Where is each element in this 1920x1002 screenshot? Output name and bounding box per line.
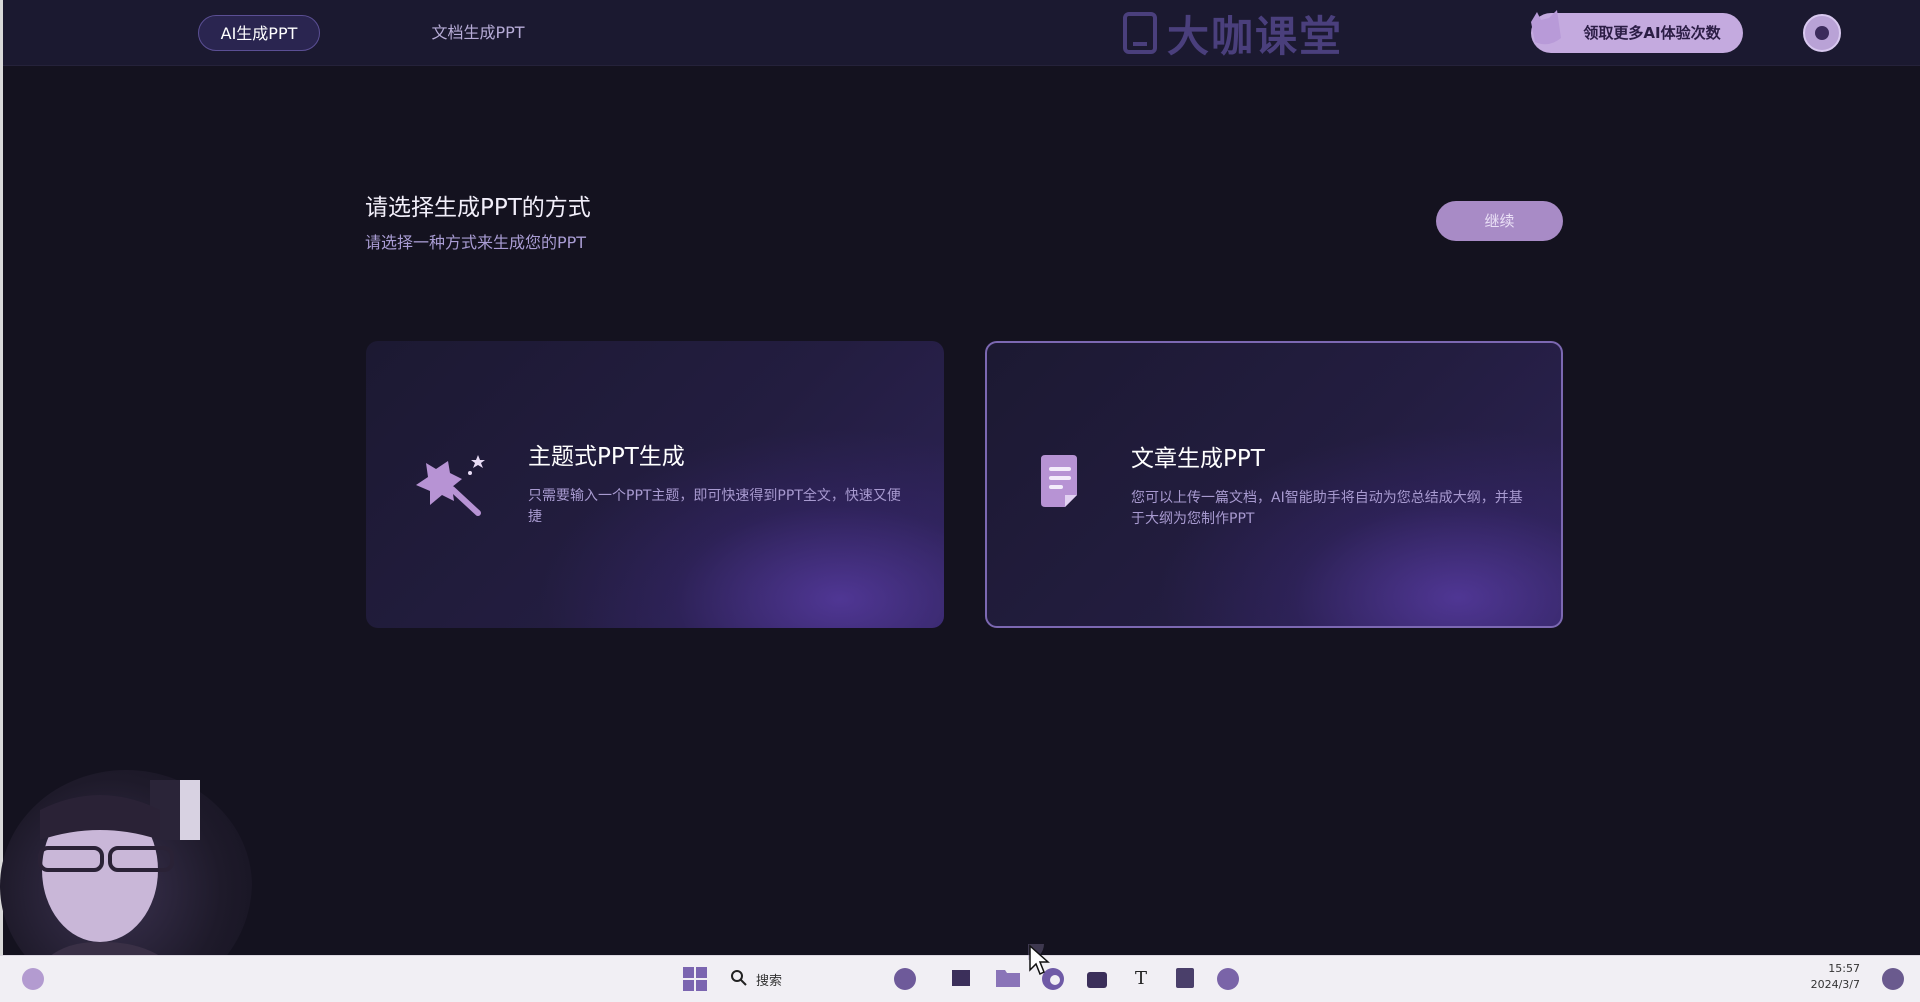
notepad-icon[interactable] xyxy=(1174,966,1196,990)
os-taskbar: 搜索 T 15:57 2024/3/7 xyxy=(0,955,1920,1002)
tab-doc-ppt[interactable]: 文档生成PPT xyxy=(413,15,543,51)
clock-date: 2024/3/7 xyxy=(1810,978,1860,991)
top-navigation-bar: AI生成PPT 文档生成PPT 大咖课堂 领取更多AI体验次数 xyxy=(3,0,1920,66)
logo-text: 大咖课堂 xyxy=(1167,11,1344,61)
option-card-article-ppt[interactable]: 文章生成PPT 您可以上传一篇文档，AI智能助手将自动为您总结成大纲，并基于大纲… xyxy=(985,341,1563,628)
card-title: 文章生成PPT xyxy=(1131,446,1265,472)
mouse-cursor-icon xyxy=(1028,944,1050,976)
magic-wand-icon xyxy=(416,455,485,516)
svg-text:T: T xyxy=(1135,968,1147,989)
system-clock[interactable]: 15:57 2024/3/7 xyxy=(1811,961,1860,993)
document-icon xyxy=(1041,455,1077,507)
notification-icon[interactable] xyxy=(1880,966,1906,992)
card-title: 主题式PPT生成 xyxy=(528,444,685,470)
avatar[interactable] xyxy=(1803,14,1841,52)
gift-cat-icon xyxy=(1531,10,1561,45)
app-icon[interactable] xyxy=(1215,966,1241,992)
app-window: AI生成PPT 文档生成PPT 大咖课堂 领取更多AI体验次数 请选择生成PPT… xyxy=(0,0,1920,955)
option-card-topic-ppt[interactable]: 主题式PPT生成 只需要输入一个PPT主题，即可快速得到PPT全文，快速又便捷 xyxy=(366,341,944,628)
clock-time: 15:57 xyxy=(1828,962,1860,975)
card-description: 只需要输入一个PPT主题，即可快速得到PPT全文，快速又便捷 xyxy=(528,488,901,525)
file-manager-icon[interactable] xyxy=(950,966,972,988)
typora-icon[interactable]: T xyxy=(1132,966,1152,990)
page-title: 请选择生成PPT的方式 xyxy=(365,195,591,221)
logo-mark-icon xyxy=(1123,12,1157,54)
folder-icon[interactable] xyxy=(995,966,1021,988)
store-icon[interactable] xyxy=(1085,966,1109,990)
page-subtitle: 请选择一种方式来生成您的PPT xyxy=(365,233,587,252)
card-description: 您可以上传一篇文档，AI智能助手将自动为您总结成大纲，并基于大纲为您制作PPT xyxy=(1131,490,1523,527)
taskbar-search-label[interactable]: 搜索 xyxy=(756,970,782,989)
widget-icon[interactable] xyxy=(890,966,920,992)
weather-icon[interactable] xyxy=(20,966,46,992)
start-menu-icon[interactable] xyxy=(682,966,708,992)
search-icon[interactable] xyxy=(730,969,748,987)
brand-logo: 大咖课堂 xyxy=(1123,8,1343,61)
tab-ai-ppt[interactable]: AI生成PPT xyxy=(198,15,320,51)
continue-button[interactable]: 继续 xyxy=(1436,201,1563,241)
